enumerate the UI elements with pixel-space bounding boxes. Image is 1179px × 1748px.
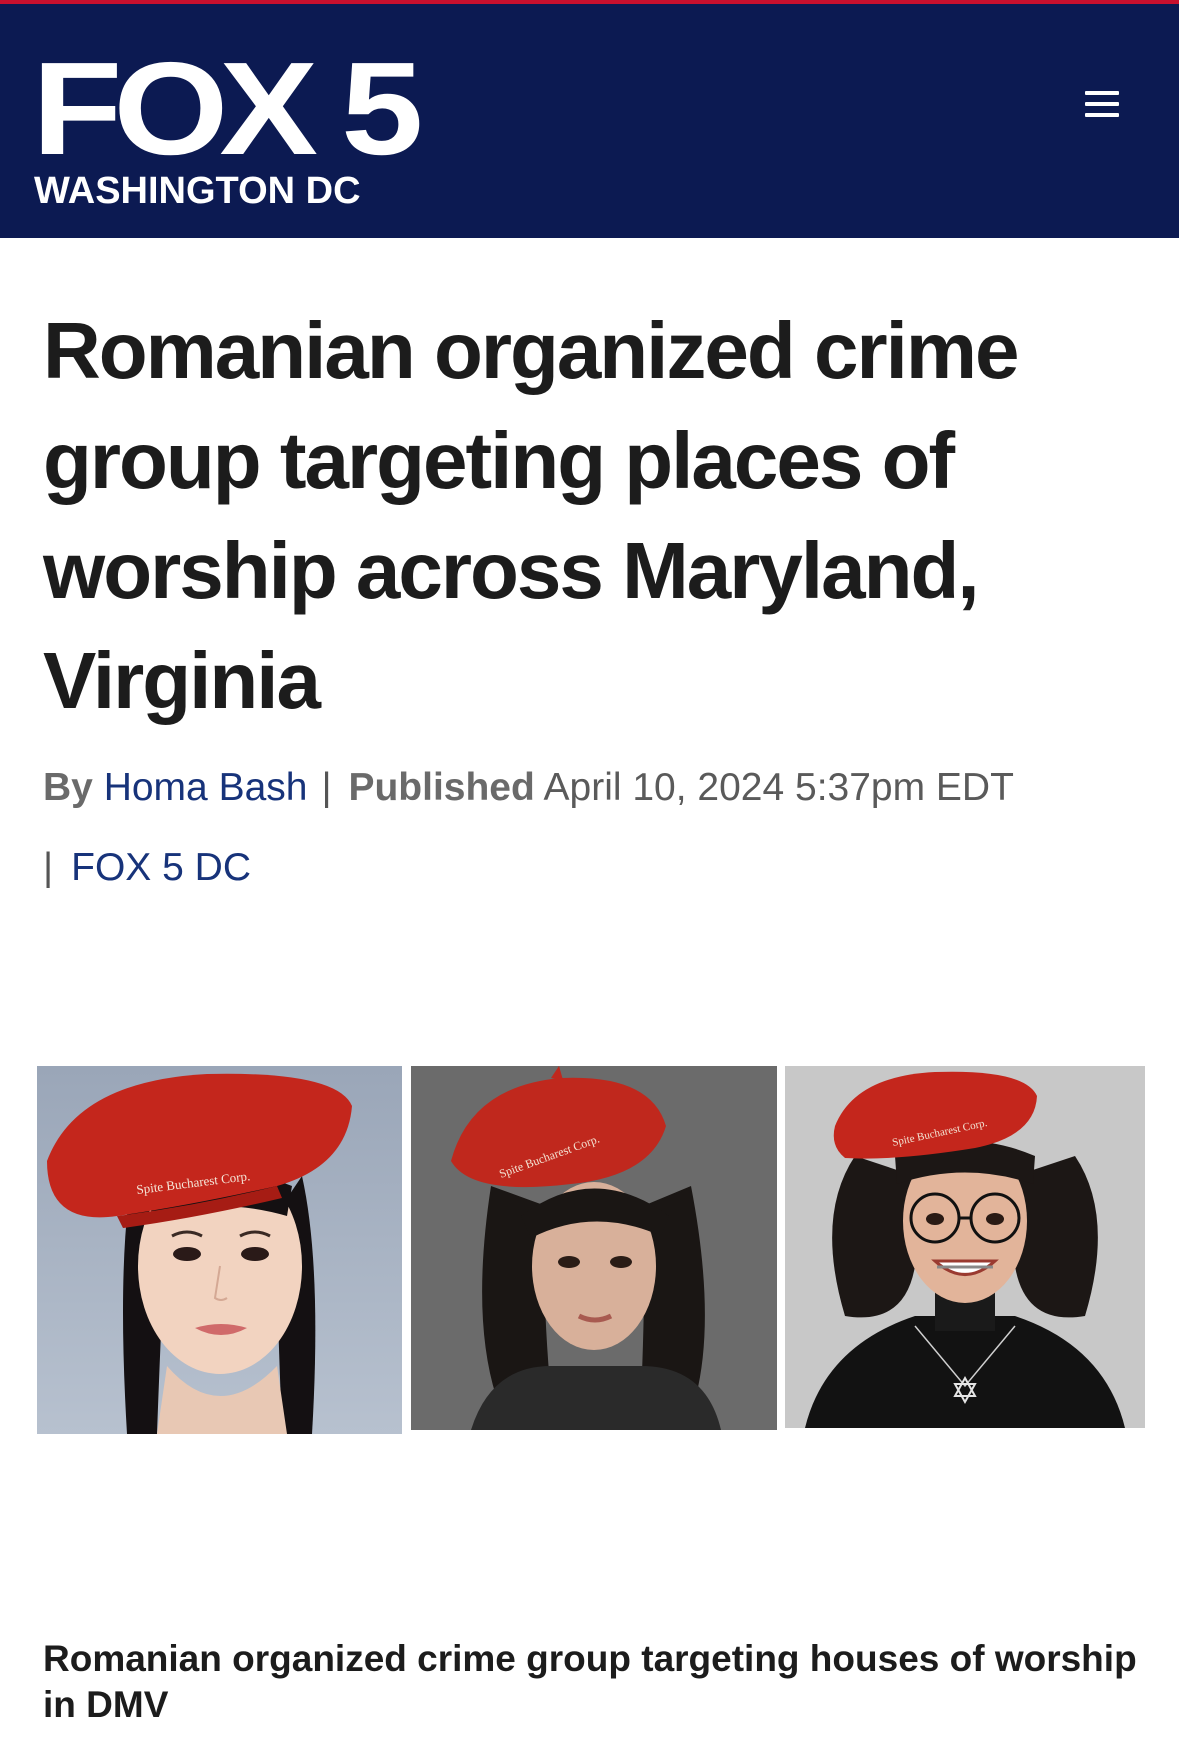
byline-separator: | [321,766,332,809]
logo-location: WASHINGTON DC [34,170,361,212]
author-link[interactable]: Homa Bash [104,766,308,809]
source-separator: | [43,846,54,889]
article-byline: By Homa Bash | Published April 10, 2024 5… [43,760,1153,816]
published-date: April 10, 2024 5:37pm EDT [543,766,1014,809]
published-label: Published [348,766,535,809]
fox5-logo[interactable]: FOX 5 WASHINGTON DC [32,43,423,214]
portrait-image-3: Spite Bucharest Corp. [785,1066,1145,1428]
video-title[interactable]: Romanian organized crime group targeting… [43,1636,1143,1728]
site-header: FOX 5 WASHINGTON DC [0,4,1179,238]
logo-wordmark: FOX 5 [32,35,423,182]
source-link[interactable]: FOX 5 DC [53,846,251,889]
portrait-image-1: Spite Bucharest Corp. [37,1066,402,1434]
article-source-line: | FOX 5 DC [43,840,251,896]
portrait-image-2: Spite Bucharest Corp. [411,1066,777,1430]
article-headline: Romanian organized crime group targeting… [43,306,1019,725]
byline-prefix: By [43,766,93,809]
hamburger-menu-icon[interactable] [1080,82,1124,126]
